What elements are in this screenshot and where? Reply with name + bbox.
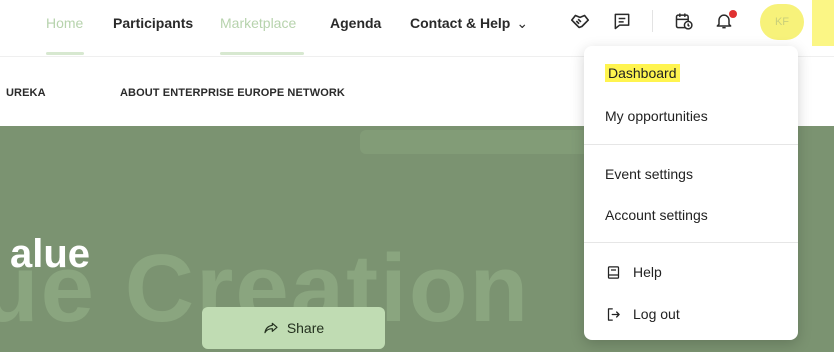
nav-home[interactable]: Home xyxy=(46,14,83,32)
menu-item-log-out[interactable]: Log out xyxy=(584,296,798,332)
nav-participants[interactable]: Participants xyxy=(113,14,193,32)
share-icon xyxy=(264,322,278,334)
subnav-item-about-een[interactable]: ABOUT ENTERPRISE EUROPE NETWORK xyxy=(120,87,345,99)
menu-item-help-label: Help xyxy=(633,264,662,280)
share-button-label: Share xyxy=(286,320,325,336)
calendar-clock-icon[interactable] xyxy=(671,8,697,34)
menu-item-my-opportunities-label: My opportunities xyxy=(605,108,708,124)
menu-item-event-settings[interactable]: Event settings xyxy=(584,156,798,192)
chat-icon[interactable] xyxy=(609,8,635,34)
avatar-highlight xyxy=(812,0,834,46)
logout-icon xyxy=(605,306,621,322)
user-dropdown-menu: Dashboard My opportunities Event setting… xyxy=(584,46,798,340)
avatar[interactable]: KF xyxy=(760,4,804,40)
menu-separator xyxy=(584,242,798,243)
menu-item-help[interactable]: Help xyxy=(584,254,798,290)
menu-item-event-settings-label: Event settings xyxy=(605,166,693,182)
subnav-item-eureka[interactable]: UREKA xyxy=(6,87,46,99)
notification-dot xyxy=(729,10,737,18)
nav-contact-help[interactable]: Contact & Help ⌄ xyxy=(410,14,528,32)
menu-item-account-settings-label: Account settings xyxy=(605,207,708,223)
avatar-initials: KF xyxy=(774,16,790,28)
chevron-down-icon: ⌄ xyxy=(516,15,529,31)
menu-item-dashboard-label: Dashboard xyxy=(605,64,680,82)
nav-marketplace-underline xyxy=(220,52,304,55)
hero-title: alue xyxy=(10,232,91,276)
handshake-icon[interactable] xyxy=(567,8,593,34)
menu-item-log-out-label: Log out xyxy=(633,306,680,322)
nav-agenda[interactable]: Agenda xyxy=(330,14,381,32)
nav-marketplace[interactable]: Marketplace xyxy=(220,14,296,32)
nav-home-underline xyxy=(46,52,84,55)
menu-item-account-settings[interactable]: Account settings xyxy=(584,197,798,233)
menu-item-dashboard[interactable]: Dashboard xyxy=(584,55,798,91)
nav-contact-help-label: Contact & Help xyxy=(410,15,511,31)
share-button[interactable]: Share xyxy=(202,307,385,349)
menu-separator xyxy=(584,144,798,145)
menu-item-my-opportunities[interactable]: My opportunities xyxy=(584,98,798,134)
nav-divider xyxy=(652,10,653,32)
help-book-icon xyxy=(605,264,621,280)
